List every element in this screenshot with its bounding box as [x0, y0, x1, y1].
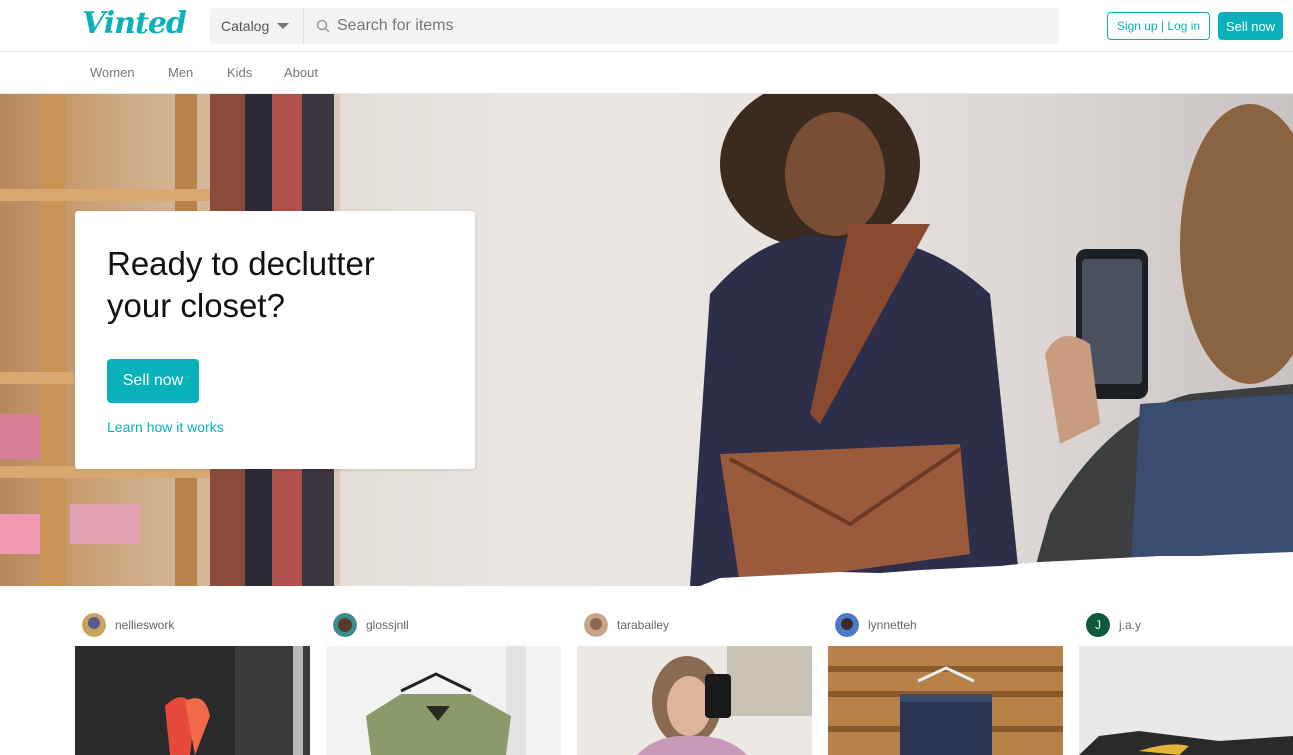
feed-item[interactable]: lynnetteh	[828, 612, 1063, 755]
signup-login-button[interactable]: Sign up | Log in	[1107, 12, 1210, 40]
nav-item-kids[interactable]: Kids	[227, 65, 252, 80]
catalog-dropdown[interactable]: Catalog	[210, 8, 304, 44]
search-input[interactable]	[337, 8, 1037, 44]
search-icon	[316, 19, 330, 33]
user-avatar: J	[1086, 613, 1110, 637]
feed-user[interactable]: nellieswork	[82, 612, 174, 638]
feed-user[interactable]: glossjnll	[333, 612, 409, 638]
header-sell-now-button[interactable]: Sell now	[1218, 12, 1283, 40]
username: lynnetteh	[868, 618, 917, 632]
username: tarabailey	[617, 618, 670, 632]
hero-title: Ready to declutter your closet?	[107, 245, 375, 324]
feed-item[interactable]: J j.a.y	[1079, 612, 1293, 755]
feed-user[interactable]: lynnetteh	[835, 612, 917, 638]
item-photo[interactable]	[1079, 646, 1293, 755]
feed-user[interactable]: tarabailey	[584, 612, 669, 638]
feed-item[interactable]: glossjnll	[326, 612, 561, 755]
category-nav: Women Men Kids About	[0, 53, 1293, 94]
item-photo[interactable]	[75, 646, 310, 755]
hero-banner: Ready to declutter your closet? Sell now…	[0, 94, 1293, 586]
hero-phone-photographer-image	[1030, 104, 1293, 586]
caret-down-icon	[277, 23, 290, 29]
nav-item-men[interactable]: Men	[168, 65, 193, 80]
username: nellieswork	[115, 618, 175, 632]
hero-torn-edge	[0, 552, 1293, 586]
hero-sell-now-button[interactable]: Sell now	[107, 359, 199, 403]
nav-item-women[interactable]: Women	[90, 65, 135, 80]
feed-item[interactable]: nellieswork	[75, 612, 310, 755]
search-bar: Catalog	[210, 8, 1059, 44]
username: j.a.y	[1119, 618, 1142, 632]
user-avatar	[82, 613, 106, 637]
catalog-label: Catalog	[221, 18, 270, 34]
user-avatar	[333, 613, 357, 637]
username: glossjnll	[366, 618, 409, 632]
top-header: Vinted Catalog Sign up | Log in Sell now	[0, 0, 1293, 52]
feed-item[interactable]: tarabailey	[577, 612, 812, 755]
hero-cta-card: Ready to declutter your closet? Sell now…	[75, 211, 475, 469]
feed-user[interactable]: J j.a.y	[1086, 612, 1141, 638]
learn-how-it-works-link[interactable]: Learn how it works	[107, 419, 224, 435]
item-photo[interactable]	[326, 646, 561, 755]
user-avatar	[835, 613, 859, 637]
item-photo[interactable]	[577, 646, 812, 755]
nav-item-about[interactable]: About	[284, 65, 318, 80]
vinted-logo[interactable]: Vinted	[82, 6, 187, 41]
item-photo[interactable]	[828, 646, 1063, 755]
user-avatar	[584, 613, 608, 637]
